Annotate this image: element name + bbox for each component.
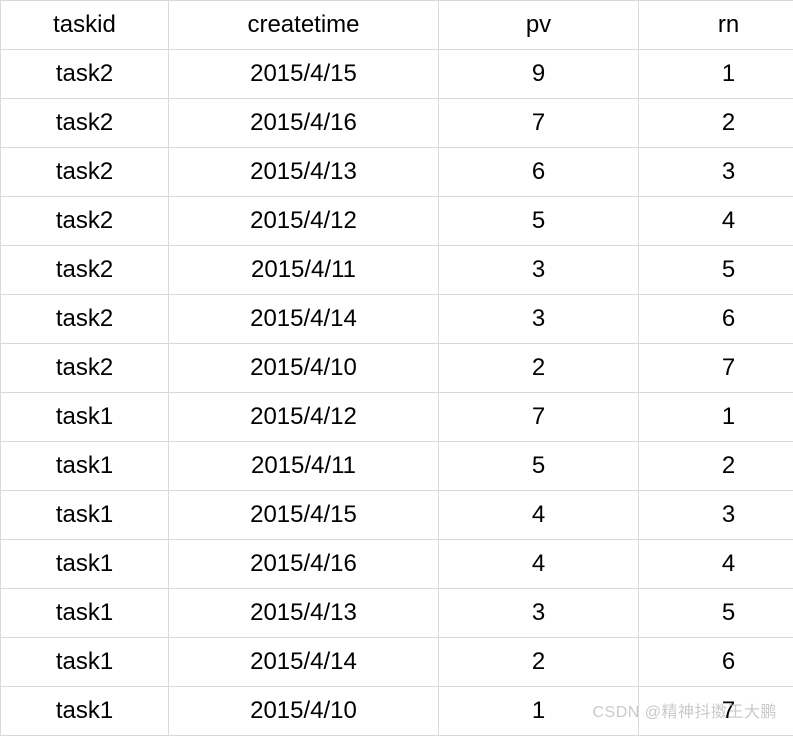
cell-taskid: task1: [1, 687, 169, 736]
cell-pv: 4: [439, 540, 639, 589]
cell-pv: 9: [439, 50, 639, 99]
cell-rn: 4: [639, 197, 793, 246]
cell-pv: 7: [439, 99, 639, 148]
cell-createtime: 2015/4/15: [169, 491, 439, 540]
cell-taskid: task2: [1, 148, 169, 197]
cell-createtime: 2015/4/14: [169, 638, 439, 687]
cell-rn: 3: [639, 148, 793, 197]
cell-pv: 4: [439, 491, 639, 540]
table-row: task1 2015/4/13 3 5: [1, 589, 793, 638]
col-taskid-header: taskid: [1, 1, 169, 50]
cell-createtime: 2015/4/10: [169, 687, 439, 736]
col-createtime-header: createtime: [169, 1, 439, 50]
table-row: task2 2015/4/13 6 3: [1, 148, 793, 197]
cell-rn: 6: [639, 638, 793, 687]
cell-taskid: task2: [1, 197, 169, 246]
cell-taskid: task1: [1, 393, 169, 442]
table-row: task1 2015/4/12 7 1: [1, 393, 793, 442]
cell-createtime: 2015/4/13: [169, 589, 439, 638]
cell-rn: 5: [639, 589, 793, 638]
watermark-text: CSDN @精神抖擞王大鹏: [592, 698, 777, 722]
cell-createtime: 2015/4/13: [169, 148, 439, 197]
cell-pv: 6: [439, 148, 639, 197]
cell-createtime: 2015/4/12: [169, 393, 439, 442]
cell-rn: 2: [639, 442, 793, 491]
table-row: task1 2015/4/14 2 6: [1, 638, 793, 687]
cell-taskid: task1: [1, 540, 169, 589]
cell-taskid: task2: [1, 50, 169, 99]
cell-createtime: 2015/4/11: [169, 442, 439, 491]
col-rn-header: rn: [639, 1, 793, 50]
cell-rn: 4: [639, 540, 793, 589]
cell-pv: 3: [439, 589, 639, 638]
col-pv-header: pv: [439, 1, 639, 50]
cell-taskid: task1: [1, 589, 169, 638]
cell-rn: 5: [639, 246, 793, 295]
cell-createtime: 2015/4/11: [169, 246, 439, 295]
table-row: task2 2015/4/10 2 7: [1, 344, 793, 393]
cell-taskid: task1: [1, 442, 169, 491]
cell-createtime: 2015/4/12: [169, 197, 439, 246]
cell-rn: 6: [639, 295, 793, 344]
table-row: task2 2015/4/12 5 4: [1, 197, 793, 246]
cell-taskid: task1: [1, 638, 169, 687]
cell-rn: 1: [639, 50, 793, 99]
table-row: task1 2015/4/16 4 4: [1, 540, 793, 589]
table-row: task2 2015/4/16 7 2: [1, 99, 793, 148]
cell-rn: 1: [639, 393, 793, 442]
cell-pv: 2: [439, 638, 639, 687]
table-row: task2 2015/4/11 3 5: [1, 246, 793, 295]
cell-taskid: task2: [1, 295, 169, 344]
table-row: task2 2015/4/15 9 1: [1, 50, 793, 99]
cell-rn: 2: [639, 99, 793, 148]
table-row: task2 2015/4/14 3 6: [1, 295, 793, 344]
cell-taskid: task2: [1, 344, 169, 393]
table-row: task1 2015/4/11 5 2: [1, 442, 793, 491]
cell-taskid: task2: [1, 99, 169, 148]
table-header-row: taskid createtime pv rn: [1, 1, 793, 50]
cell-rn: 7: [639, 344, 793, 393]
cell-createtime: 2015/4/16: [169, 540, 439, 589]
cell-taskid: task2: [1, 246, 169, 295]
cell-pv: 7: [439, 393, 639, 442]
cell-createtime: 2015/4/16: [169, 99, 439, 148]
cell-createtime: 2015/4/15: [169, 50, 439, 99]
cell-rn: 3: [639, 491, 793, 540]
table-body: task2 2015/4/15 9 1 task2 2015/4/16 7 2 …: [1, 50, 793, 736]
cell-pv: 5: [439, 197, 639, 246]
data-table: taskid createtime pv rn task2 2015/4/15 …: [0, 0, 793, 736]
table-row: task1 2015/4/15 4 3: [1, 491, 793, 540]
cell-createtime: 2015/4/14: [169, 295, 439, 344]
cell-taskid: task1: [1, 491, 169, 540]
cell-createtime: 2015/4/10: [169, 344, 439, 393]
cell-pv: 3: [439, 295, 639, 344]
cell-pv: 3: [439, 246, 639, 295]
cell-pv: 5: [439, 442, 639, 491]
cell-pv: 2: [439, 344, 639, 393]
